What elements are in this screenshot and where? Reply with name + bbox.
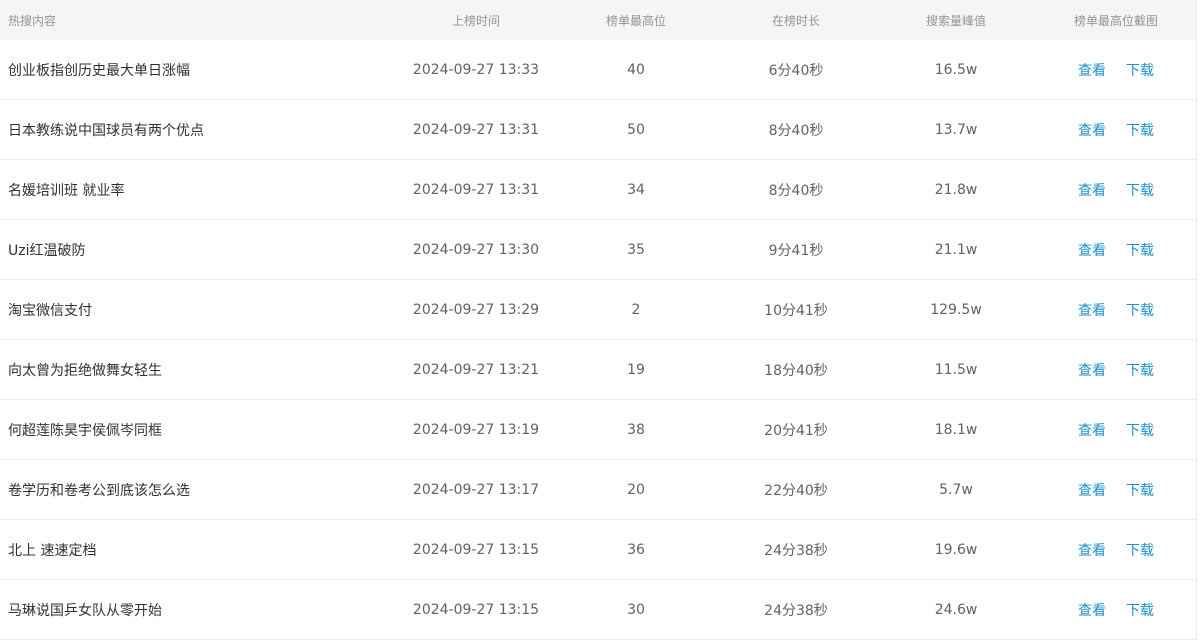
row-peak: 19.6w	[934, 541, 978, 558]
row-peak: 18.1w	[934, 421, 978, 438]
row-rank: 19	[627, 361, 645, 378]
table-row: 马琳说国乒女队从零开始 2024-09-27 13:15 30 24分38秒 2…	[0, 580, 1196, 640]
row-actions: 查看 下载	[1036, 60, 1196, 80]
row-time: 2024-09-27 13:29	[412, 301, 540, 318]
row-title: 何超莲陈昊宇侯佩岑同框	[8, 422, 162, 439]
row-rank: 50	[627, 121, 645, 138]
download-link[interactable]: 下载	[1126, 603, 1154, 619]
row-rank: 35	[627, 241, 645, 258]
row-duration: 10分41秒	[764, 302, 828, 319]
row-duration: 24分38秒	[764, 602, 828, 619]
header-duration: 在榜时长	[771, 13, 820, 28]
row-title: 向太曾为拒绝做舞女轻生	[8, 362, 162, 379]
header-screenshot: 榜单最高位截图	[1073, 13, 1158, 28]
view-link[interactable]: 查看	[1078, 123, 1106, 139]
row-rank: 2	[631, 301, 641, 318]
download-link[interactable]: 下载	[1126, 363, 1154, 379]
row-title: 名媛培训班 就业率	[8, 182, 125, 199]
row-title: 北上 速速定档	[8, 542, 97, 559]
view-link[interactable]: 查看	[1078, 363, 1106, 379]
row-rank: 38	[627, 421, 645, 438]
row-rank: 34	[627, 181, 645, 198]
view-link[interactable]: 查看	[1078, 483, 1106, 499]
download-link[interactable]: 下载	[1126, 543, 1154, 559]
row-duration: 8分40秒	[768, 122, 824, 139]
row-title: 创业板指创历史最大单日涨幅	[8, 62, 190, 79]
table-row: 淘宝微信支付 2024-09-27 13:29 2 10分41秒 129.5w …	[0, 280, 1196, 340]
download-link[interactable]: 下载	[1126, 243, 1154, 259]
table-row: 向太曾为拒绝做舞女轻生 2024-09-27 13:21 19 18分40秒 1…	[0, 340, 1196, 400]
row-duration: 20分41秒	[764, 422, 828, 439]
table-row: 何超莲陈昊宇侯佩岑同框 2024-09-27 13:19 38 20分41秒 1…	[0, 400, 1196, 460]
row-actions: 查看 下载	[1036, 480, 1196, 500]
view-link[interactable]: 查看	[1078, 183, 1106, 199]
row-actions: 查看 下载	[1036, 300, 1196, 320]
row-duration: 24分38秒	[764, 542, 828, 559]
row-rank: 36	[627, 541, 645, 558]
view-link[interactable]: 查看	[1078, 603, 1106, 619]
row-peak: 21.8w	[934, 181, 978, 198]
view-link[interactable]: 查看	[1078, 303, 1106, 319]
row-actions: 查看 下载	[1036, 120, 1196, 140]
header-title: 热搜内容	[8, 13, 57, 28]
header-rank: 榜单最高位	[605, 13, 666, 28]
row-time: 2024-09-27 13:19	[412, 421, 540, 438]
row-duration: 8分40秒	[768, 182, 824, 199]
table-row: 名媛培训班 就业率 2024-09-27 13:31 34 8分40秒 21.8…	[0, 160, 1196, 220]
row-title: 马琳说国乒女队从零开始	[8, 602, 162, 619]
row-rank: 30	[627, 601, 645, 618]
row-title: Uzi红温破防	[8, 242, 86, 259]
table-row: 创业板指创历史最大单日涨幅 2024-09-27 13:33 40 6分40秒 …	[0, 40, 1196, 100]
table-row: 卷学历和卷考公到底该怎么选 2024-09-27 13:17 20 22分40秒…	[0, 460, 1196, 520]
row-time: 2024-09-27 13:33	[412, 61, 540, 78]
row-actions: 查看 下载	[1036, 180, 1196, 200]
hot-search-table: 热搜内容 上榜时间 榜单最高位 在榜时长 搜索量峰值 榜单最高位截图 创业板指创…	[0, 0, 1197, 640]
table-row: Uzi红温破防 2024-09-27 13:30 35 9分41秒 21.1w …	[0, 220, 1196, 280]
view-link[interactable]: 查看	[1078, 543, 1106, 559]
row-time: 2024-09-27 13:15	[412, 541, 540, 558]
row-duration: 6分40秒	[768, 62, 824, 79]
download-link[interactable]: 下载	[1126, 303, 1154, 319]
row-rank: 40	[627, 61, 645, 78]
row-actions: 查看 下载	[1036, 360, 1196, 380]
row-peak: 129.5w	[930, 301, 982, 318]
row-duration: 9分41秒	[768, 242, 824, 259]
view-link[interactable]: 查看	[1078, 243, 1106, 259]
download-link[interactable]: 下载	[1126, 423, 1154, 439]
download-link[interactable]: 下载	[1126, 483, 1154, 499]
header-time: 上榜时间	[451, 13, 500, 28]
row-peak: 5.7w	[939, 481, 973, 498]
table-row: 北上 速速定档 2024-09-27 13:15 36 24分38秒 19.6w…	[0, 520, 1196, 580]
row-time: 2024-09-27 13:31	[412, 181, 540, 198]
row-actions: 查看 下载	[1036, 420, 1196, 440]
row-title: 日本教练说中国球员有两个优点	[8, 122, 204, 139]
row-actions: 查看 下载	[1036, 540, 1196, 560]
row-time: 2024-09-27 13:21	[412, 361, 540, 378]
row-peak: 21.1w	[934, 241, 978, 258]
row-peak: 24.6w	[934, 601, 978, 618]
download-link[interactable]: 下载	[1126, 63, 1154, 79]
row-title: 卷学历和卷考公到底该怎么选	[8, 482, 190, 499]
row-actions: 查看 下载	[1036, 240, 1196, 260]
view-link[interactable]: 查看	[1078, 423, 1106, 439]
row-peak: 11.5w	[934, 361, 978, 378]
row-peak: 13.7w	[934, 121, 978, 138]
row-time: 2024-09-27 13:30	[412, 241, 540, 258]
row-time: 2024-09-27 13:17	[412, 481, 540, 498]
row-duration: 18分40秒	[764, 362, 828, 379]
table-row: 日本教练说中国球员有两个优点 2024-09-27 13:31 50 8分40秒…	[0, 100, 1196, 160]
row-actions: 查看 下载	[1036, 600, 1196, 620]
row-peak: 16.5w	[934, 61, 978, 78]
table-header: 热搜内容 上榜时间 榜单最高位 在榜时长 搜索量峰值 榜单最高位截图	[0, 0, 1196, 40]
row-time: 2024-09-27 13:15	[412, 601, 540, 618]
download-link[interactable]: 下载	[1126, 183, 1154, 199]
header-peak: 搜索量峰值	[925, 13, 986, 28]
row-rank: 20	[627, 481, 645, 498]
row-title: 淘宝微信支付	[8, 302, 92, 319]
row-duration: 22分40秒	[764, 482, 828, 499]
row-time: 2024-09-27 13:31	[412, 121, 540, 138]
download-link[interactable]: 下载	[1126, 123, 1154, 139]
view-link[interactable]: 查看	[1078, 63, 1106, 79]
